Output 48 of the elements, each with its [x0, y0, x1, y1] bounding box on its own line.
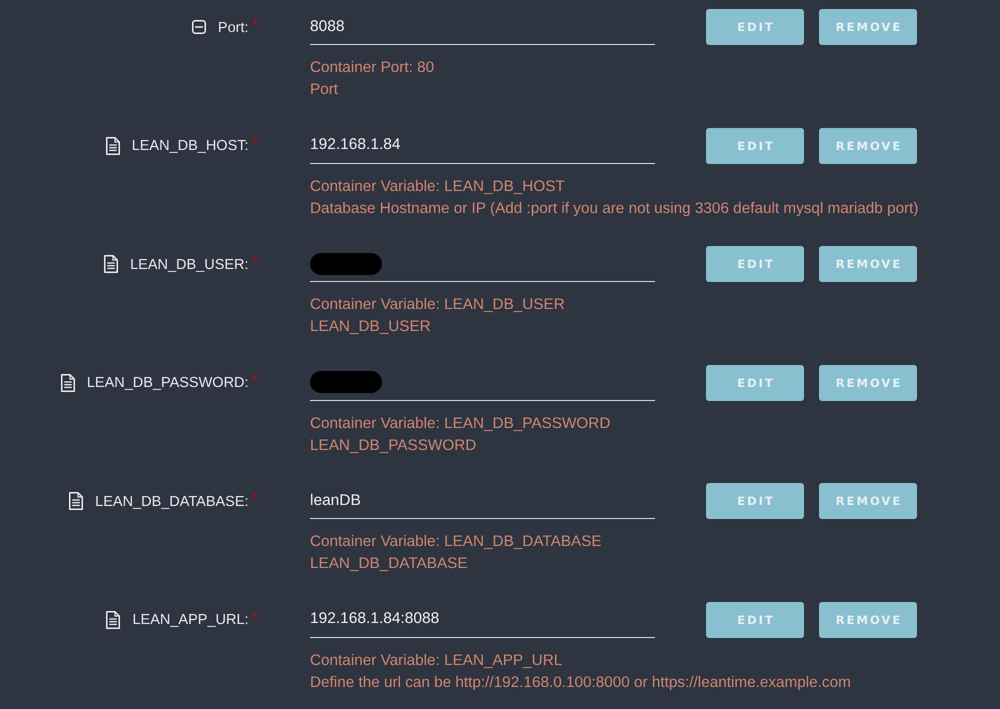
edit-button[interactable]: EDIT: [706, 364, 804, 400]
field-label: LEAN_DB_PASSWORD:: [86, 374, 249, 391]
document-icon: [106, 136, 120, 154]
document-icon: [60, 374, 75, 392]
input-field[interactable]: 8088: [310, 9, 655, 45]
help-text: LEAN_DB_PASSWORD: [310, 436, 478, 456]
remove-button[interactable]: REMOVE: [819, 364, 917, 400]
help-text: Container Variable: LEAN_DB_PASSWORD: [310, 414, 612, 434]
edit-button[interactable]: EDIT: [706, 128, 804, 164]
remove-button[interactable]: REMOVE: [819, 128, 917, 164]
required-asterisk: *: [252, 255, 258, 268]
redaction-mark: [310, 371, 382, 393]
help-text: LEAN_DB_USER: [310, 317, 432, 337]
field-label: LEAN_DB_DATABASE:: [95, 492, 249, 510]
help-text: Port: [310, 80, 340, 100]
field-label: Port:: [218, 18, 249, 36]
remove-button[interactable]: REMOVE: [819, 483, 917, 519]
help-text: Database Hostname or IP (Add :port if you are not using 3306 default mysql mariadb port): [310, 198, 920, 218]
help-text: Container Variable: LEAN_DB_USER: [310, 295, 566, 315]
redaction-mark: [310, 252, 382, 274]
input-field[interactable]: 192.168.1.84:8088: [310, 602, 655, 638]
required-asterisk: *: [252, 492, 258, 505]
remove-button[interactable]: REMOVE: [819, 246, 917, 282]
required-asterisk: *: [252, 610, 258, 624]
remove-button[interactable]: REMOVE: [819, 9, 917, 45]
document-icon: [69, 492, 84, 510]
document-icon: [104, 255, 118, 273]
field-label: LEAN_DB_HOST:: [132, 137, 249, 154]
edit-button[interactable]: EDIT: [706, 602, 804, 638]
help-text: LEAN_DB_DATABASE: [310, 554, 469, 574]
help-text: Container Variable: LEAN_APP_URL: [310, 650, 564, 670]
input-field[interactable]: leanDB: [310, 483, 655, 519]
required-asterisk: *: [252, 374, 258, 386]
required-asterisk: *: [252, 136, 258, 150]
help-text: Container Variable: LEAN_DB_HOST: [310, 176, 566, 196]
remove-button[interactable]: REMOVE: [819, 602, 917, 638]
help-text: Define the url can be http://192.168.0.100:8000 or https://leantime.example.com: [310, 672, 852, 692]
edit-button[interactable]: EDIT: [706, 246, 804, 282]
field-label: LEAN_APP_URL:: [132, 611, 249, 628]
help-text: Container Variable: LEAN_DB_DATABASE: [310, 532, 603, 552]
minus-square-icon[interactable]: [192, 20, 206, 34]
edit-button[interactable]: EDIT: [706, 483, 804, 519]
required-asterisk: *: [252, 18, 258, 31]
document-icon: [106, 610, 120, 628]
edit-button[interactable]: EDIT: [706, 9, 804, 45]
input-field[interactable]: 192.168.1.84: [310, 128, 655, 164]
help-text: Container Port: 80: [310, 58, 436, 78]
field-label: LEAN_DB_USER:: [130, 256, 249, 272]
